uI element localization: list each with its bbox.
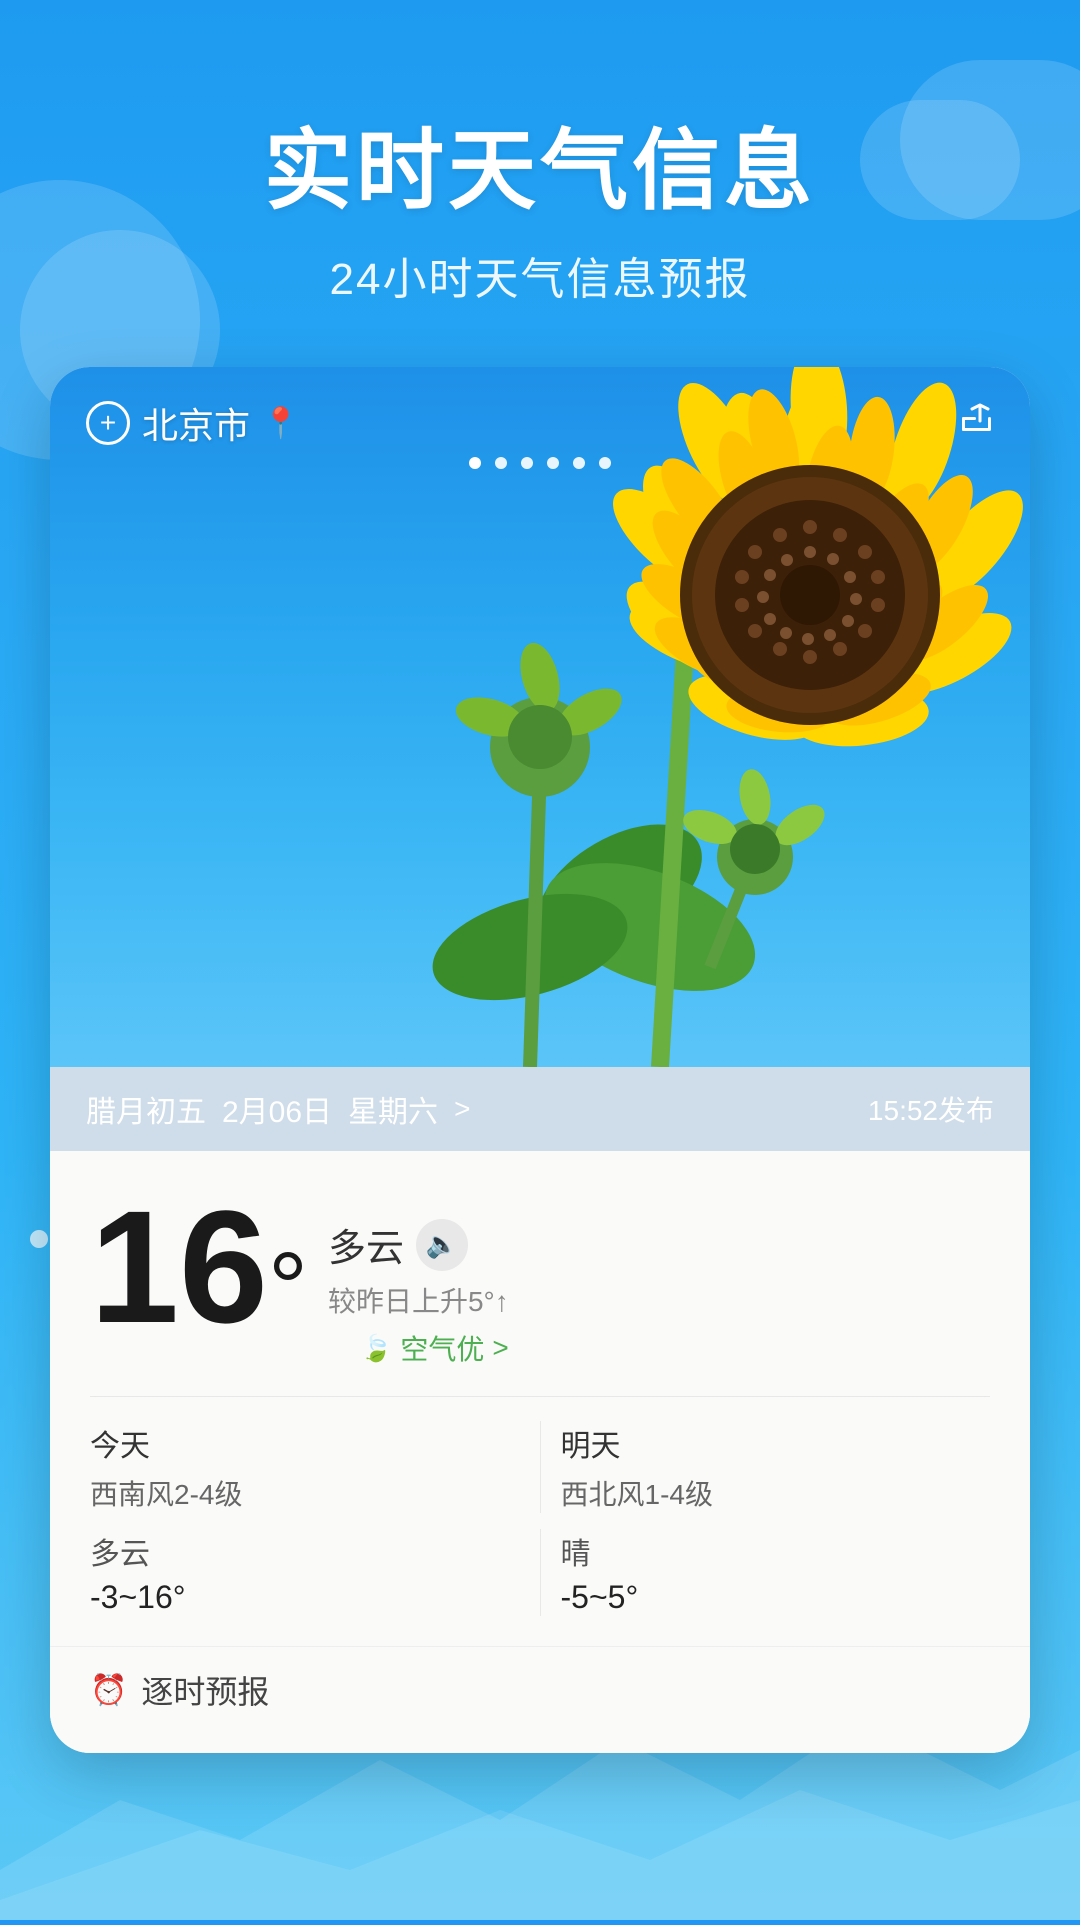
tomorrow-condition: 晴: [561, 1529, 991, 1573]
date-arrow[interactable]: >: [454, 1093, 470, 1125]
today-label: 今天: [90, 1421, 520, 1465]
dot-6: [599, 457, 611, 469]
add-city-button[interactable]: +: [86, 401, 130, 445]
date-bar: 腊月初五 2月06日 星期六 > 15:52发布: [50, 1067, 1030, 1151]
dot-5: [573, 457, 585, 469]
degree-symbol: °: [268, 1232, 308, 1344]
lunar-date: 腊月初五: [86, 1087, 206, 1131]
temp-details: 多云 🔈 较昨日上升5°↑ 🍃 空气优 >: [328, 1187, 509, 1368]
today-condition-col: 多云 -3~16°: [90, 1529, 520, 1616]
sunflower-image-area: + 北京市 📍: [50, 367, 1030, 1067]
condition-row: 多云 -3~16° 晴 -5~5°: [90, 1529, 990, 1616]
temperature-value: 16°: [90, 1187, 308, 1347]
speaker-button[interactable]: 🔈: [416, 1219, 468, 1271]
hourly-title: 逐时预报: [141, 1667, 269, 1713]
dot-1: [469, 457, 481, 469]
dot-3: [521, 457, 533, 469]
wind-row: 今天 西南风2-4级 明天 西北风1-4级: [90, 1396, 990, 1513]
clock-icon: ⏰: [90, 1673, 127, 1708]
side-indicator-dot: [30, 1230, 48, 1248]
temp-air-row: 🍃 空气优 >: [328, 1328, 509, 1368]
page-dots: [469, 457, 611, 469]
temp-change: 较昨日上升5°↑: [328, 1280, 509, 1320]
tomorrow-wind-col: 明天 西北风1-4级: [561, 1421, 991, 1513]
weather-card: + 北京市 📍: [50, 367, 1030, 1753]
temperature-row: 16° 多云 🔈 较昨日上升5°↑ 🍃 空气优 >: [90, 1187, 990, 1368]
sunflower-illustration: [330, 367, 1030, 1067]
dot-4: [547, 457, 559, 469]
sub-title: 24小时天气信息预报: [0, 243, 1080, 307]
today-wind-col: 今天 西南风2-4级: [90, 1421, 520, 1513]
wind-divider: [540, 1421, 541, 1513]
weather-type: 多云: [328, 1217, 404, 1272]
share-button[interactable]: [958, 401, 994, 445]
date-left: 腊月初五 2月06日 星期六 >: [86, 1087, 470, 1131]
hourly-title-row: ⏰ 逐时预报: [90, 1667, 990, 1713]
weather-type-row: 多云 🔈: [328, 1217, 509, 1272]
tomorrow-temp-range: -5~5°: [561, 1579, 991, 1616]
card-header: + 北京市 📍: [50, 367, 1030, 465]
air-quality[interactable]: 🍃 空气优 >: [360, 1328, 509, 1368]
tomorrow-wind: 西北风1-4级: [561, 1473, 991, 1513]
today-condition: 多云: [90, 1529, 520, 1573]
temp-digits: 16: [90, 1177, 268, 1356]
air-quality-arrow: >: [492, 1332, 508, 1364]
hourly-section: ⏰ 逐时预报: [50, 1646, 1030, 1753]
today-wind: 西南风2-4级: [90, 1473, 520, 1513]
dot-2: [495, 457, 507, 469]
condition-divider: [540, 1529, 541, 1616]
tomorrow-condition-col: 晴 -5~5°: [561, 1529, 991, 1616]
card-header-left: + 北京市 📍: [86, 397, 299, 449]
today-temp-range: -3~16°: [90, 1579, 520, 1616]
air-quality-label: 空气优: [400, 1328, 484, 1368]
published-time: 15:52发布: [868, 1089, 994, 1129]
tomorrow-label: 明天: [561, 1421, 991, 1465]
city-name: 北京市: [142, 397, 250, 449]
location-icon: 📍: [262, 406, 299, 441]
weather-info-section: 16° 多云 🔈 较昨日上升5°↑ 🍃 空气优 >: [50, 1151, 1030, 1646]
main-title: 实时天气信息: [0, 100, 1080, 227]
gregorian-date: 2月06日: [222, 1087, 332, 1131]
header-section: 实时天气信息 24小时天气信息预报: [0, 0, 1080, 307]
weekday: 星期六: [348, 1087, 438, 1131]
